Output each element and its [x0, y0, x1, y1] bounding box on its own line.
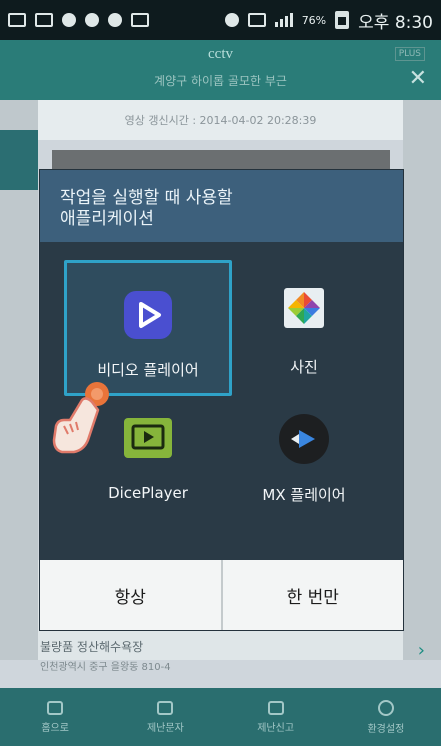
just-once-button[interactable]: 한 번만: [220, 560, 403, 630]
dialog-buttons: 항상 한 번만: [40, 560, 403, 630]
app-option-video-player[interactable]: 비디오 플레이어: [64, 260, 232, 396]
mail-icon: [35, 13, 53, 27]
alarm-icon: [224, 13, 239, 27]
app-label: 사진: [290, 358, 318, 376]
location-title: 불량품 정산해수욕장: [40, 640, 144, 654]
nav-label: 홈으로: [41, 722, 69, 734]
screenshot-icon: [131, 13, 149, 27]
dialog-title-line2: 애플리케이션: [60, 209, 154, 229]
app-title: cctv: [208, 46, 233, 62]
clock: 오후 8:30: [358, 12, 433, 33]
bottom-navigation: 홈으로 제난문자 제난신고 환경설정: [0, 688, 441, 746]
wifi-icon: [62, 13, 76, 27]
app-subtitle: 계양구 하이롭 골모한 부근: [154, 74, 287, 88]
nav-label: 환경설정: [367, 723, 405, 735]
nav-label: 제난문자: [146, 722, 184, 734]
diceplayer-icon: [124, 418, 172, 458]
hd-icon: [247, 13, 266, 27]
nav-disaster-report[interactable]: 제난신고: [221, 688, 331, 746]
status-right: 76% 오후 8:30: [224, 8, 433, 33]
always-button[interactable]: 항상: [40, 560, 221, 630]
status-bar: 76% 오후 8:30: [0, 0, 441, 40]
signal-icon: [274, 13, 293, 27]
settings-icon: [377, 699, 394, 716]
dialog-title-line1: 작업을 실행할 때 사용할: [60, 188, 233, 208]
chevron-right-icon[interactable]: ›: [418, 640, 425, 661]
status-left: [8, 13, 149, 27]
home-icon: [47, 700, 64, 715]
report-icon: [267, 700, 284, 715]
battery-percent: 76%: [301, 13, 327, 27]
tap-hand-icon: [48, 380, 118, 470]
mx-player-icon: [279, 414, 329, 464]
nav-settings[interactable]: 환경설정: [331, 688, 441, 746]
app-label: DicePlayer: [108, 484, 188, 502]
app-label: 비디오 플레이어: [97, 361, 199, 379]
nav-home[interactable]: 홈으로: [0, 688, 110, 746]
download-icon: [85, 13, 99, 27]
building-icon: [157, 700, 174, 715]
video-player-icon: [124, 291, 172, 339]
app-header: PLUS cctv 계양구 하이롭 골모한 부근 ✕: [0, 40, 441, 100]
app-label: MX 플레이어: [262, 486, 346, 504]
notification-icon: [8, 13, 26, 27]
battery-icon: [335, 11, 350, 29]
app-option-mx-player[interactable]: MX 플레이어: [220, 414, 388, 550]
location-address: 인천광역시 중구 을왕동 810-4: [40, 662, 171, 673]
close-icon[interactable]: ✕: [409, 66, 427, 91]
update-time-bar: 영상 갱신시간 : 2014-04-02 20:28:39: [38, 100, 403, 140]
usb-icon: [108, 13, 122, 27]
background-left-panel: [0, 100, 38, 660]
app-option-photos[interactable]: 사진: [220, 260, 388, 396]
photos-icon: [282, 286, 326, 330]
nav-disaster-messages[interactable]: 제난문자: [110, 688, 220, 746]
nav-label: 제난신고: [257, 722, 295, 734]
dialog-title: 작업을 실행할 때 사용할 애플리케이션: [40, 170, 403, 242]
background-right-panel: [403, 100, 441, 660]
